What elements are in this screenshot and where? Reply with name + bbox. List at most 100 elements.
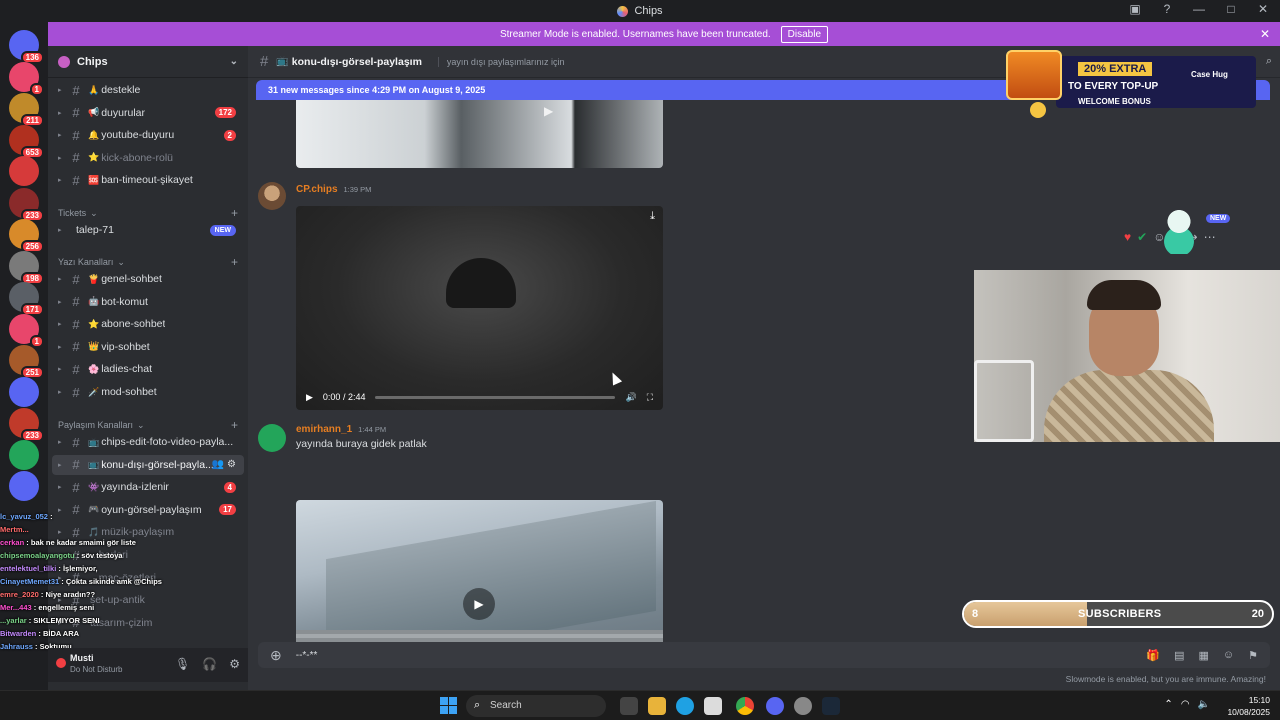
author-name[interactable]: CP.chips — [296, 184, 338, 195]
system-tray: ⌃ ◠ 🔈 — [1164, 699, 1210, 710]
chevron-up-icon[interactable]: ⌃ — [1164, 699, 1172, 710]
image-attachment[interactable]: ▶ — [296, 500, 663, 645]
server-icon[interactable]: 251 — [9, 345, 44, 379]
avatar[interactable] — [258, 424, 286, 452]
channel-item[interactable]: ▸ # 🍟 genel-sohbet — [48, 269, 248, 289]
wifi-icon[interactable]: ◠ — [1181, 699, 1190, 710]
channel-item[interactable]: ▸ # 🙏 destekle — [48, 80, 248, 100]
video-attachment[interactable]: ⤓ ▶ 0:00 / 2:44 🔊 ⛶ — [296, 206, 663, 410]
channel-category[interactable]: Tickets ⌄ + — [58, 206, 238, 220]
unread-badge: 17 — [219, 504, 236, 516]
channel-item[interactable]: ▸ # 👑 vip-sohbet — [48, 337, 248, 357]
server-icon[interactable]: 136 — [9, 30, 44, 64]
server-icon[interactable]: 256 — [9, 219, 44, 253]
taskbar-search[interactable]: ⌕ Search — [466, 695, 606, 717]
chrome-icon[interactable] — [736, 697, 754, 715]
composer-input[interactable]: --*-** — [296, 650, 318, 661]
avatar[interactable] — [258, 182, 286, 210]
maximize-button[interactable]: □ — [1222, 2, 1240, 16]
server-icon[interactable] — [9, 156, 39, 186]
play-icon[interactable]: ▶ — [544, 104, 553, 118]
taskbar-clock[interactable]: 15:10 10/08/2025 — [1227, 694, 1270, 718]
mic-icon[interactable]: 🎙 — [175, 657, 190, 671]
channel-emoji: 👾 — [88, 481, 100, 492]
fullscreen-icon[interactable]: ⛶ — [647, 392, 653, 403]
apps-icon[interactable]: ⚑ — [1248, 649, 1258, 662]
server-icon[interactable] — [9, 439, 39, 470]
headphones-icon[interactable]: 🎧 — [202, 657, 217, 671]
server-icon[interactable]: 211 — [9, 93, 44, 127]
message-author[interactable]: CP.chips 1:39 PM — [296, 184, 371, 195]
channel-item[interactable]: ▸ # 🔔 youtube-duyuru 2 — [48, 125, 248, 145]
channel-item[interactable]: ▸ # 🤖 bot-komut — [48, 292, 248, 312]
heart-reaction-icon[interactable]: ♥ — [1124, 230, 1131, 244]
close-window-button[interactable]: ✕ — [1254, 2, 1272, 16]
close-icon[interactable]: ✕ — [1260, 27, 1270, 41]
emoji-icon[interactable]: ☺ — [1223, 649, 1234, 662]
chat-text: : söv testoya — [76, 551, 123, 560]
guild-header[interactable]: Chips ⌄ — [48, 46, 248, 78]
server-icon[interactable]: 1 — [9, 61, 44, 96]
message-composer[interactable]: ⊕ --*-** 🎁 ▤ ▦ ☺ ⚑ — [258, 642, 1270, 668]
chat-overlay-line: entelektuel_tilki : İşlemiyor, — [0, 562, 180, 575]
search-icon[interactable]: ⌕ — [1266, 55, 1272, 68]
disable-streamer-mode-button[interactable]: Disable — [780, 25, 829, 43]
inbox-icon[interactable]: ▣ — [1126, 2, 1144, 16]
start-button[interactable] — [440, 697, 457, 714]
add-member-icon[interactable]: 👥 — [212, 459, 224, 470]
settings-app-icon[interactable] — [794, 697, 812, 715]
ticket-channel[interactable]: ▸ talep-71 NEW — [48, 220, 248, 240]
minimize-button[interactable]: — — [1190, 2, 1208, 16]
gift-icon[interactable]: 🎁 — [1146, 649, 1160, 662]
server-icon[interactable]: 233 — [9, 408, 44, 442]
help-icon[interactable]: ? — [1158, 2, 1176, 16]
add-channel-icon[interactable]: + — [231, 255, 238, 269]
add-channel-icon[interactable]: + — [231, 206, 238, 220]
server-icon[interactable]: 233 — [9, 187, 44, 222]
play-icon[interactable]: ▶ — [463, 588, 495, 620]
channel-item[interactable]: ▸ # 📢 duyurular 172 — [48, 103, 248, 123]
author-name[interactable]: emirhann_1 — [296, 424, 352, 435]
volume-icon[interactable]: 🔈 — [1198, 699, 1210, 710]
volume-icon[interactable]: 🔊 — [625, 392, 636, 403]
play-icon[interactable]: ▶ — [306, 392, 313, 403]
channel-item[interactable]: ▸ # 👾 yayında-izlenir 4 — [48, 477, 248, 497]
steam-icon[interactable] — [822, 697, 840, 715]
channel-item[interactable]: ▸ # 🆘 ban-timeout-şikayet — [48, 170, 248, 190]
message-author[interactable]: emirhann_1 1:44 PM — [296, 424, 386, 435]
server-icon[interactable]: 198 — [9, 250, 44, 285]
chat-user: Jahrauss — [0, 642, 33, 651]
sticker-icon[interactable]: ▦ — [1198, 649, 1208, 662]
video-progress-bar[interactable] — [375, 395, 616, 399]
server-icon[interactable] — [9, 376, 39, 407]
channel-item[interactable]: ▸ # 📺 konu-dışı-görsel-payla... 👥 ⚙ — [52, 454, 244, 475]
hash-icon: # — [72, 384, 80, 400]
edge-icon[interactable] — [676, 697, 694, 715]
server-icon[interactable] — [9, 471, 39, 501]
server-icon[interactable]: 171 — [9, 282, 44, 316]
channel-category[interactable]: Yazı Kanalları ⌄ + — [58, 255, 238, 269]
store-icon[interactable] — [704, 697, 722, 715]
previous-video-attachment[interactable] — [296, 100, 663, 168]
channel-item[interactable]: ▸ # 📺 chips-edit-foto-video-payla... — [48, 432, 248, 452]
check-reaction-icon[interactable]: ✔ — [1137, 230, 1147, 244]
settings-gear-icon[interactable]: ⚙ — [229, 657, 240, 671]
task-view-icon[interactable] — [620, 697, 638, 715]
channel-settings-gear-icon[interactable]: ⚙ — [227, 459, 236, 470]
caret-icon: ▸ — [58, 366, 62, 374]
channel-item[interactable]: ▸ # ⭐ kick-abone-rolü — [48, 148, 248, 168]
attach-plus-icon[interactable]: ⊕ — [270, 647, 282, 664]
gif-icon[interactable]: ▤ — [1174, 649, 1184, 662]
download-icon[interactable]: ⤓ — [650, 210, 655, 223]
server-icon[interactable]: 653 — [9, 124, 44, 159]
server-icon[interactable]: 1 — [9, 313, 44, 348]
discord-icon[interactable] — [766, 697, 784, 715]
channel-item[interactable]: ▸ # 🗡️ mod-sohbet — [48, 382, 248, 402]
channel-item[interactable]: ▸ # ⭐ abone-sohbet — [48, 314, 248, 334]
more-options-icon[interactable]: ⋯ — [1204, 230, 1216, 244]
add-channel-icon[interactable]: + — [231, 418, 238, 432]
video-time: 0:00 / 2:44 — [322, 392, 366, 402]
channel-category[interactable]: Paylaşım Kanalları ⌄ + — [58, 418, 238, 432]
channel-item[interactable]: ▸ # 🌸 ladies-chat — [48, 359, 248, 379]
file-explorer-icon[interactable] — [648, 697, 666, 715]
